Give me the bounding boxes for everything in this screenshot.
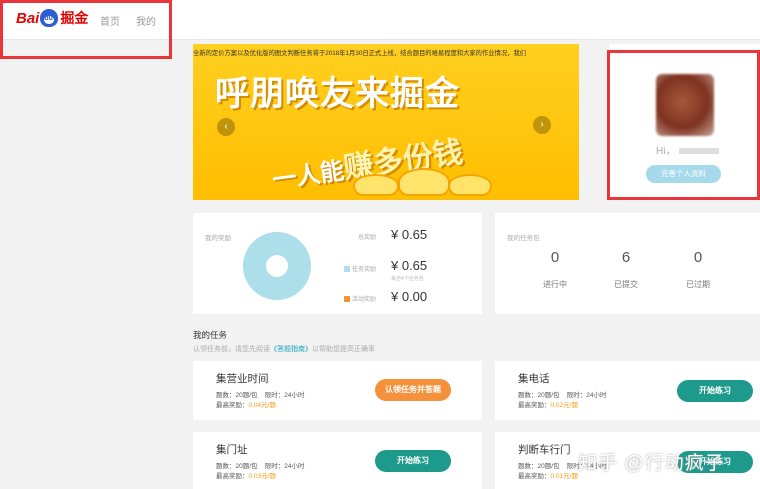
in-progress-label: 进行中 [543, 280, 567, 289]
my-tasks-tip: 认领任务前，请您先阅读《答题指南》以帮助您提高正确率 [193, 346, 375, 353]
gold-ingot-decoration [398, 168, 450, 196]
expired-label: 已过期 [686, 280, 710, 289]
gold-ingot-decoration [353, 174, 399, 196]
chevron-left-icon[interactable]: ‹ [217, 118, 235, 136]
banner-headline: 呼朋唤友来掘金 [215, 75, 460, 113]
reward-title: 我的奖励 [205, 235, 231, 242]
task-name: 集门址 [216, 444, 248, 456]
claim-task-button[interactable]: 认领任务并答题 [375, 379, 451, 401]
task-package-title: 我的任务包 [507, 235, 540, 242]
task-reward: 最高奖励：0.01元/题 [518, 473, 578, 480]
gold-ingot-decoration [448, 174, 492, 196]
start-practice-button[interactable]: 开始练习 [375, 450, 451, 472]
task-reward: 最高奖励：0.03元/题 [216, 473, 276, 480]
announcement-marquee: 全新的定价方案以及优化版的图文判断任务将于2018年1月30日正式上线，结合题目… [193, 50, 527, 57]
annotation-box-profile [607, 50, 760, 200]
task-name: 集电话 [518, 373, 550, 385]
submitted-count[interactable]: 6 [606, 249, 646, 266]
task-reward-label: 任务奖励 [344, 264, 376, 273]
submitted-label: 已提交 [614, 280, 638, 289]
task-card: 集电话 题数：20题/包 限时：24小时 最高奖励：0.02元/题 开始练习 [495, 361, 760, 420]
reward-card: 我的奖励 总奖励 ¥ 0.65 任务奖励 ¥ 0.65 来自4个任务包 活动奖励… [193, 213, 482, 314]
task-name: 集营业时间 [216, 373, 269, 385]
task-reward: 最高奖励：0.04元/题 [216, 402, 276, 409]
start-practice-button[interactable]: 开始练习 [677, 380, 753, 402]
task-reward-source: 来自4个任务包 [391, 276, 424, 282]
reward-donut-chart [243, 232, 311, 300]
expired-count[interactable]: 0 [678, 249, 718, 266]
total-reward-value: ¥ 0.65 [391, 227, 428, 242]
activity-legend-swatch [344, 296, 350, 303]
in-progress-count[interactable]: 0 [535, 249, 575, 266]
task-meta: 题数：20题/包 限时：24小时 [216, 463, 305, 470]
my-tasks-title: 我的任务 [193, 330, 228, 340]
task-reward: 最高奖励：0.02元/题 [518, 402, 578, 409]
task-card: 集营业时间 题数：20题/包 限时：24小时 最高奖励：0.04元/题 认领任务… [193, 361, 482, 420]
task-meta: 题数：20题/包 限时：24小时 [216, 392, 305, 399]
chevron-right-icon[interactable]: › [533, 116, 551, 134]
zhihu-watermark: 知乎 @行动疯子 [578, 453, 725, 474]
promo-banner[interactable]: 全新的定价方案以及优化版的图文判断任务将于2018年1月30日正式上线，结合题目… [193, 44, 579, 200]
task-meta: 题数：20题/包 限时：24小时 [518, 392, 607, 399]
activity-reward-label: 活动奖励 [344, 294, 376, 303]
task-package-card: 我的任务包 0 进行中 6 已提交 0 已过期 [495, 213, 760, 314]
task-name: 判断车行门 [518, 444, 571, 456]
activity-reward-value: ¥ 0.00 [391, 289, 428, 304]
task-legend-swatch [344, 266, 350, 273]
total-reward-label: 总奖励 [358, 235, 377, 241]
annotation-box-header [0, 0, 172, 59]
guide-link[interactable]: 《答题指南》 [270, 346, 312, 353]
task-reward-value: ¥ 0.65 [391, 258, 428, 273]
task-card: 集门址 题数：20题/包 限时：24小时 最高奖励：0.03元/题 开始练习 [193, 432, 482, 489]
